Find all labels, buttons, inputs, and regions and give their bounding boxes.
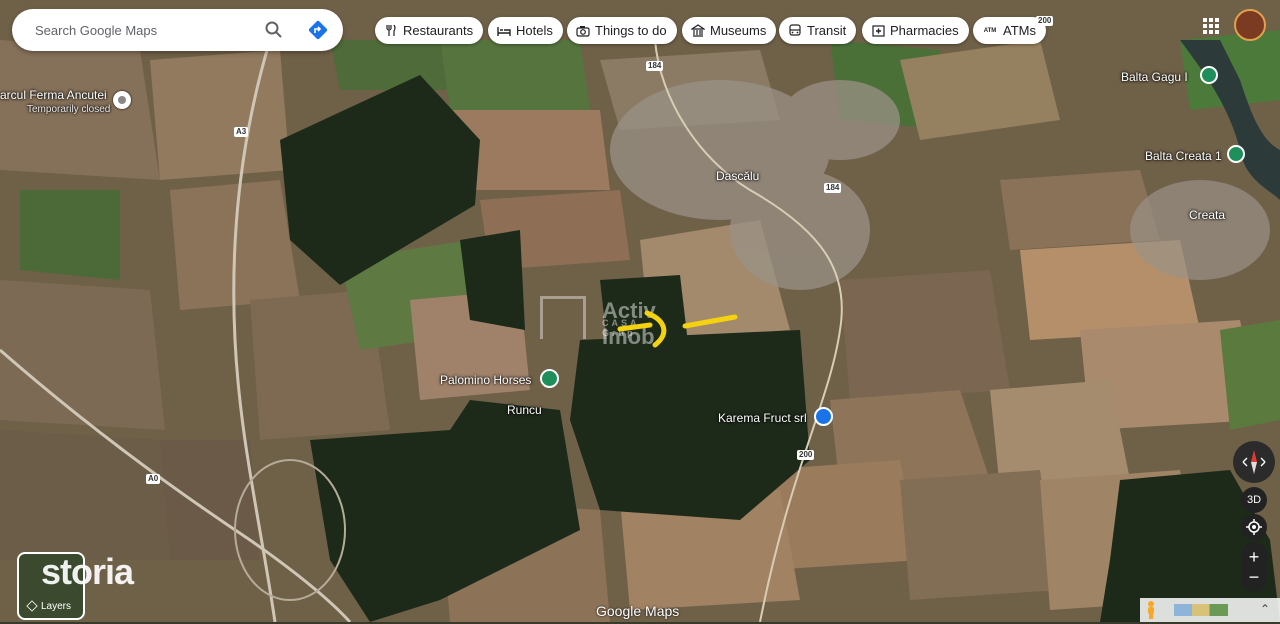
- road-shield-200: 200: [1036, 16, 1054, 26]
- activ-imob-watermark: Activ Imob CASA Grup: [540, 290, 656, 349]
- horse-pin-icon[interactable]: [540, 369, 559, 388]
- chip-restaurants[interactable]: Restaurants: [375, 17, 484, 44]
- chip-museums[interactable]: Museums: [682, 17, 777, 44]
- chip-pharmacies[interactable]: Pharmacies: [862, 17, 969, 44]
- bottom-toolbar: ⌃: [1140, 598, 1280, 622]
- place-label-palomino[interactable]: Palomino Horses: [440, 373, 531, 387]
- museum-icon: [691, 24, 705, 38]
- park-pin-icon[interactable]: [1227, 145, 1245, 163]
- directions-icon[interactable]: [307, 19, 329, 41]
- imagery-thumbnails[interactable]: [1174, 604, 1228, 616]
- place-status: Temporarily closed: [27, 104, 111, 115]
- atm-icon: ATM: [983, 27, 997, 34]
- shop-pin-icon[interactable]: [814, 407, 833, 426]
- storia-watermark: storia: [41, 551, 134, 592]
- search-icon[interactable]: [264, 20, 284, 40]
- parcel-marker: [617, 310, 738, 348]
- chip-things-to-do[interactable]: Things to do: [567, 17, 677, 44]
- search-input[interactable]: [33, 21, 257, 39]
- place-label-creata[interactable]: Creata: [1189, 208, 1225, 222]
- park-pin-icon[interactable]: [1200, 66, 1218, 84]
- location-target-icon: [1246, 519, 1262, 535]
- zoom-out-button[interactable]: −: [1249, 567, 1260, 587]
- camera-icon: [576, 24, 590, 38]
- zoom-controls: + −: [1241, 542, 1267, 592]
- bed-icon: [497, 24, 511, 38]
- search-box[interactable]: [12, 9, 343, 51]
- fork-knife-icon: [384, 24, 398, 38]
- place-label-runcu[interactable]: Runcu: [507, 403, 542, 417]
- chip-transit[interactable]: Transit: [779, 17, 857, 44]
- place-label-balta-gagu[interactable]: Balta Gagu I: [1121, 70, 1188, 84]
- road-shield-184: 184: [646, 61, 664, 71]
- expand-icon[interactable]: ⌃: [1260, 602, 1270, 616]
- view-3d-button[interactable]: 3D: [1241, 487, 1267, 513]
- activ-imob-logo-icon: [540, 296, 586, 339]
- compass-button[interactable]: [1233, 441, 1275, 483]
- road-shield-a3: A3: [234, 127, 249, 137]
- road-shield-184: 184: [824, 183, 842, 193]
- layers-icon: [26, 600, 38, 612]
- place-pin-icon[interactable]: [113, 91, 131, 109]
- road-shield-a0: A0: [146, 474, 161, 484]
- chip-hotels[interactable]: Hotels: [488, 17, 563, 44]
- compass-icon: [1242, 450, 1266, 474]
- avatar[interactable]: [1234, 9, 1266, 41]
- pharmacy-icon: [871, 24, 885, 38]
- bus-icon: [788, 24, 802, 38]
- my-location-button[interactable]: [1241, 514, 1267, 540]
- zoom-in-button[interactable]: +: [1249, 547, 1260, 567]
- village-creata: [1130, 180, 1270, 280]
- google-maps-attribution: Google Maps: [596, 603, 680, 619]
- pegman-icon[interactable]: [1146, 601, 1156, 619]
- apps-grid-icon[interactable]: [1203, 18, 1219, 34]
- place-label-dascalu[interactable]: Dascălu: [716, 169, 759, 183]
- road-shield-200: 200: [797, 450, 815, 460]
- place-label-karema[interactable]: Karema Fruct srl: [718, 411, 807, 425]
- place-label-balta-creata[interactable]: Balta Creata 1: [1145, 149, 1222, 163]
- place-label-parcul[interactable]: arcul Ferma Ancutei: [0, 88, 107, 102]
